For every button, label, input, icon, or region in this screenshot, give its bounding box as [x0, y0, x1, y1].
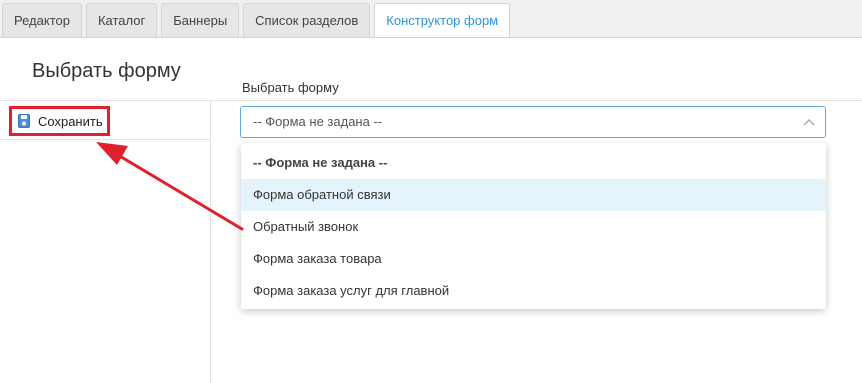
- sidebar: Сохранить: [0, 101, 211, 383]
- form-select-dropdown: -- Форма не задана -- Форма обратной свя…: [241, 143, 826, 309]
- dropdown-option[interactable]: -- Форма не задана --: [241, 147, 826, 179]
- tab-editor[interactable]: Редактор: [2, 3, 82, 37]
- dropdown-option[interactable]: Форма заказа услуг для главной: [241, 275, 826, 307]
- tab-catalog[interactable]: Каталог: [85, 3, 158, 37]
- form-select-value: -- Форма не задана --: [253, 114, 383, 129]
- dropdown-option[interactable]: Форма обратной связи: [241, 179, 826, 211]
- tab-sections-list[interactable]: Список разделов: [243, 3, 371, 37]
- dropdown-option[interactable]: Обратный звонок: [241, 211, 826, 243]
- page-title: Выбрать форму: [32, 60, 181, 82]
- tab-banners[interactable]: Баннеры: [161, 3, 240, 37]
- chevron-up-icon: [803, 118, 815, 126]
- save-button[interactable]: Сохранить: [9, 106, 110, 136]
- sidebar-divider: [0, 139, 210, 140]
- save-button-label: Сохранить: [38, 113, 103, 129]
- tab-bar: Редактор Каталог Баннеры Список разделов…: [0, 0, 862, 38]
- dropdown-option[interactable]: Форма заказа товара: [241, 243, 826, 275]
- select-form-label: Выбрать форму: [242, 80, 339, 95]
- form-select[interactable]: -- Форма не задана --: [240, 106, 826, 138]
- tab-form-builder[interactable]: Конструктор форм: [374, 3, 511, 38]
- save-icon: [18, 114, 30, 128]
